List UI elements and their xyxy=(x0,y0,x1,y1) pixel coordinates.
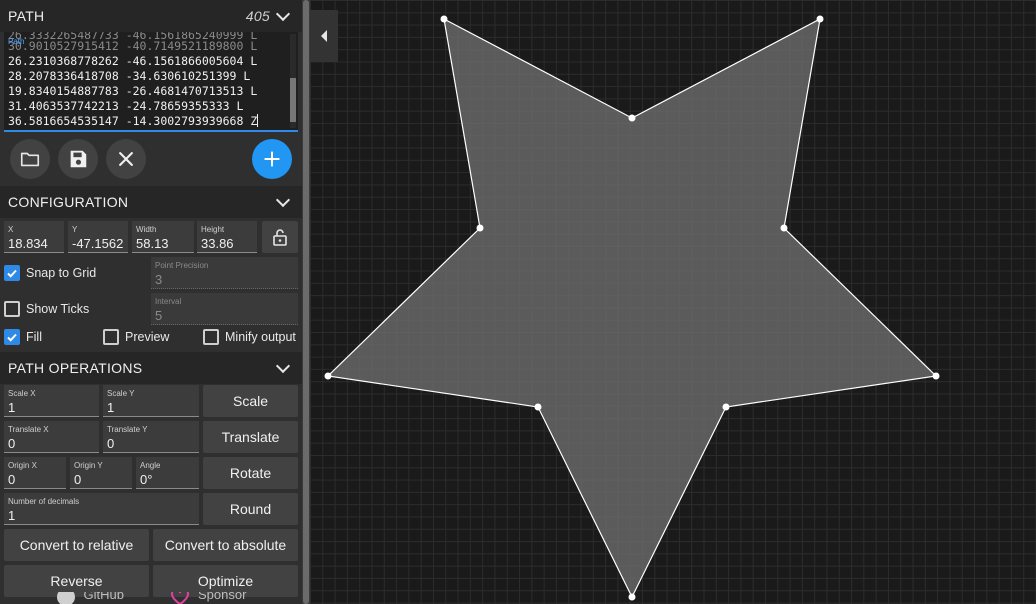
translate-y-field[interactable]: Translate Y 0 xyxy=(103,421,199,453)
translate-button[interactable]: Translate xyxy=(203,421,298,453)
checkbox-unchecked[interactable] xyxy=(4,301,20,317)
path-line: 28.2078336418708 -34.630610251399 L xyxy=(8,69,251,83)
plus-icon xyxy=(264,151,280,167)
github-link[interactable]: GitHub xyxy=(56,592,124,604)
checkbox-checked[interactable] xyxy=(4,329,20,345)
folder-icon xyxy=(20,152,40,167)
convert-to-relative-button[interactable]: Convert to relative xyxy=(4,529,149,561)
checkbox-unchecked[interactable] xyxy=(103,329,119,345)
lock-icon xyxy=(273,229,287,246)
path-point[interactable] xyxy=(816,15,824,23)
check-icon xyxy=(7,333,17,342)
scale-x-field[interactable]: Scale X 1 xyxy=(4,385,99,417)
path-line: 19.8340154887783 -26.4681470713513 L xyxy=(8,84,258,98)
path-point[interactable] xyxy=(534,403,542,411)
path-point[interactable] xyxy=(628,114,636,122)
configuration-title: CONFIGURATION xyxy=(8,194,129,210)
sidebar: PATH 405 26.3332265487733 -46.1561865240… xyxy=(0,0,302,604)
scale-button[interactable]: Scale xyxy=(203,385,298,417)
lock-ratio-button[interactable] xyxy=(262,221,298,253)
path-line-last: 36.5816654535147 -14.3002793939668 Z xyxy=(8,114,259,128)
path-point[interactable] xyxy=(780,224,788,232)
path-text[interactable]: 26.3332265487733 -46.1561865240999 L 30.9… xyxy=(8,32,284,129)
chevron-down-icon[interactable] xyxy=(275,6,291,21)
github-icon xyxy=(56,592,75,604)
height-field[interactable]: Height 33.86 xyxy=(197,221,257,253)
path-textarea[interactable]: 26.3332265487733 -46.1561865240999 L 30.9… xyxy=(4,32,298,132)
chevron-down-icon[interactable] xyxy=(275,192,291,207)
sidebar-scrollbar[interactable] xyxy=(302,0,310,604)
path-operations-body: Scale X 1 Scale Y 1 Scale Translate X 0 … xyxy=(0,384,302,604)
path-point[interactable] xyxy=(628,593,636,601)
translate-x-field[interactable]: Translate X 0 xyxy=(4,421,99,453)
path-field-label: Path xyxy=(8,37,25,46)
minify-output-checkbox[interactable]: Minify output xyxy=(203,327,296,347)
x-field[interactable]: X 18.834 xyxy=(4,221,64,253)
chevron-down-icon[interactable] xyxy=(275,358,291,373)
check-icon xyxy=(7,269,17,278)
angle-field[interactable]: Angle 0° xyxy=(136,457,199,489)
number-of-decimals-field[interactable]: Number of decimals 1 xyxy=(4,493,199,525)
path-line: 30.9010527915412 -40.7149521189800 L xyxy=(8,39,258,53)
origin-y-field[interactable]: Origin Y 0 xyxy=(70,457,132,489)
path-point[interactable] xyxy=(324,372,332,380)
path-scrollbar[interactable] xyxy=(290,34,296,128)
preview-checkbox[interactable]: Preview xyxy=(103,327,169,347)
path-point[interactable] xyxy=(932,372,940,380)
add-point-button[interactable] xyxy=(252,139,292,179)
path-scrollbar-thumb[interactable] xyxy=(290,78,296,122)
star-shape-layer xyxy=(324,15,940,601)
path-line: 31.4063537742213 -24.78659355333 L xyxy=(8,99,244,113)
show-ticks-checkbox[interactable]: Show Ticks xyxy=(4,298,89,320)
star-path[interactable] xyxy=(326,17,938,599)
scale-y-field[interactable]: Scale Y 1 xyxy=(103,385,199,417)
text-caret xyxy=(257,114,259,127)
path-point[interactable] xyxy=(722,403,730,411)
path-action-buttons xyxy=(0,132,302,186)
snap-to-grid-checkbox[interactable]: Snap to Grid xyxy=(4,262,96,284)
path-point[interactable] xyxy=(476,224,484,232)
footer: GitHub Sponsor xyxy=(0,592,302,604)
close-icon xyxy=(119,152,133,166)
path-section-header[interactable]: PATH 405 xyxy=(0,0,302,32)
path-operations-section-header[interactable]: PATH OPERATIONS xyxy=(0,352,302,384)
rotate-button[interactable]: Rotate xyxy=(203,457,298,489)
round-button[interactable]: Round xyxy=(203,493,298,525)
sidebar-scrollbar-thumb[interactable] xyxy=(303,0,309,604)
width-field[interactable]: Width 58.13 xyxy=(132,221,194,253)
fill-checkbox[interactable]: Fill xyxy=(4,327,42,347)
y-field[interactable]: Y -47.1562 xyxy=(68,221,128,253)
configuration-section-header[interactable]: CONFIGURATION xyxy=(0,186,302,218)
save-button[interactable] xyxy=(58,139,98,179)
origin-x-field[interactable]: Origin X 0 xyxy=(4,457,66,489)
open-file-button[interactable] xyxy=(10,139,50,179)
path-operations-title: PATH OPERATIONS xyxy=(8,360,143,376)
path-point[interactable] xyxy=(440,15,448,23)
heart-icon xyxy=(171,592,190,604)
drawing-canvas[interactable] xyxy=(310,0,1036,604)
point-precision-field: Point Precision 3 xyxy=(151,257,298,289)
checkbox-unchecked[interactable] xyxy=(203,329,219,345)
path-section-title: PATH xyxy=(8,8,45,24)
sponsor-link[interactable]: Sponsor xyxy=(170,592,246,604)
path-length-count: 405 xyxy=(245,8,270,24)
save-icon xyxy=(70,150,87,168)
interval-field: Interval 5 xyxy=(151,293,298,325)
path-line: 26.2310368778262 -46.1561866005604 L xyxy=(8,54,258,68)
clear-button[interactable] xyxy=(106,139,146,179)
checkbox-checked[interactable] xyxy=(4,265,20,281)
convert-to-absolute-button[interactable]: Convert to absolute xyxy=(153,529,298,561)
